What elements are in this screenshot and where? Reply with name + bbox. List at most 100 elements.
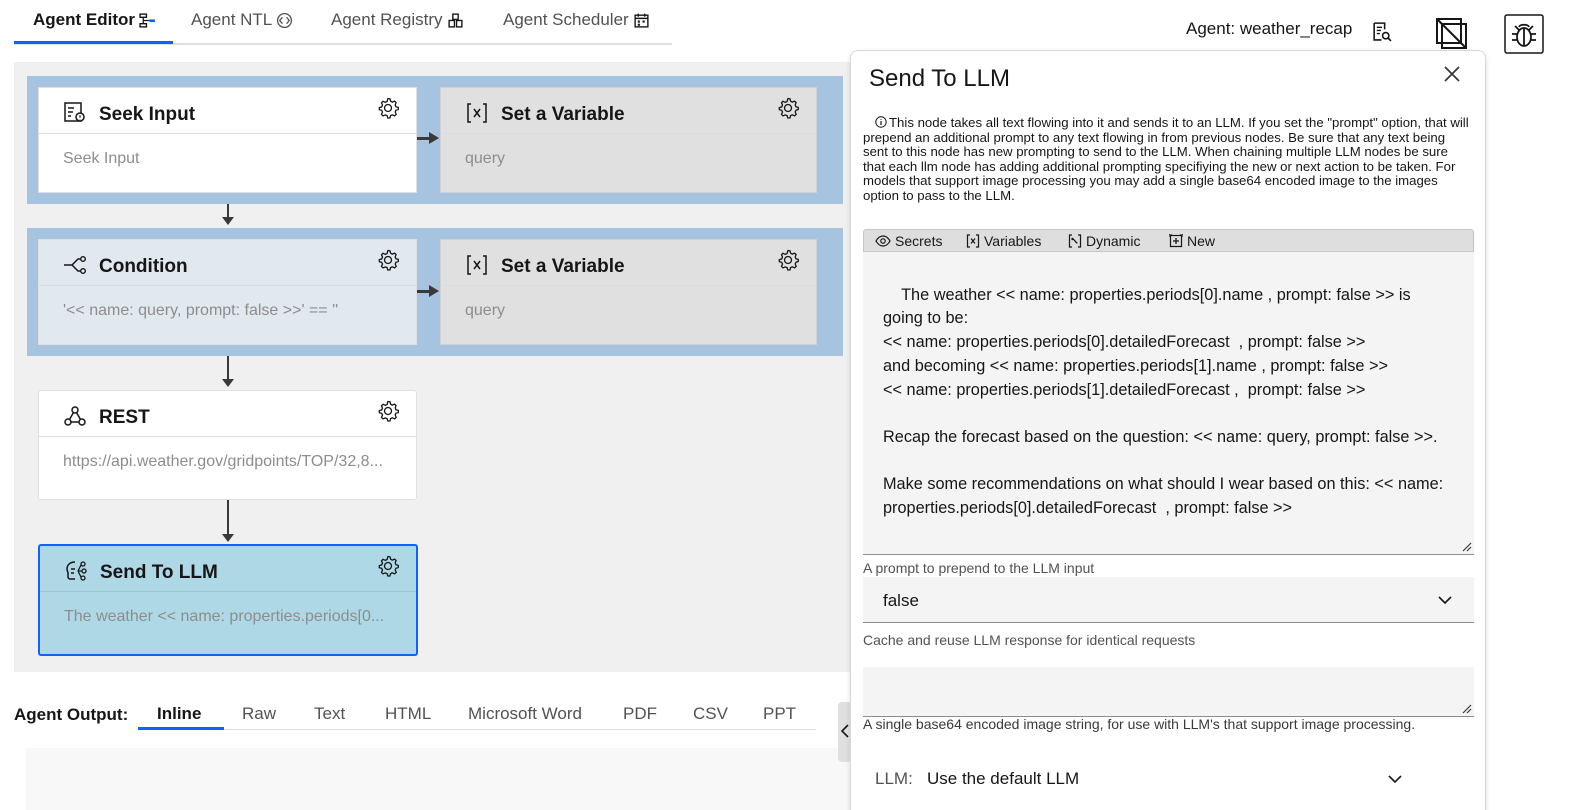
node-title: Seek Input bbox=[99, 104, 196, 125]
agent-name-label: Agent: weather_recap bbox=[1186, 19, 1353, 38]
node-title: Send To LLM bbox=[100, 562, 218, 583]
prompt-textarea[interactable]: The weather << name: properties.periods[… bbox=[863, 252, 1474, 555]
variables-button[interactable]: Variables bbox=[966, 233, 1041, 249]
chevron-down-icon bbox=[1388, 775, 1402, 784]
node-header: Set a Variable bbox=[441, 240, 816, 286]
new-button[interactable]: New bbox=[1169, 233, 1215, 249]
tab-inline[interactable]: Inline bbox=[157, 704, 201, 724]
secrets-button[interactable]: Secrets bbox=[875, 233, 942, 249]
flow-canvas[interactable]: Seek Input Seek Input Set a Variable que… bbox=[14, 62, 860, 672]
tab-agent-registry[interactable]: Agent Registry bbox=[331, 10, 464, 30]
active-tab-indicator bbox=[138, 727, 224, 730]
gear-icon[interactable] bbox=[776, 248, 800, 272]
tab-agent-ntl[interactable]: Agent NTL bbox=[191, 10, 293, 30]
connector-arrow bbox=[227, 500, 229, 536]
gear-icon[interactable] bbox=[376, 248, 400, 272]
resize-handle-icon[interactable] bbox=[1460, 540, 1472, 552]
arrow-head-icon bbox=[222, 379, 234, 387]
dynamic-button[interactable]: Dynamic bbox=[1068, 233, 1140, 249]
node-body: '<< name: query, prompt: false >>' == '' bbox=[63, 302, 339, 319]
top-tab-bar: Agent Editor Agent NTL Agent Registry Ag… bbox=[14, 0, 672, 45]
node-header: Send To LLM bbox=[40, 546, 416, 592]
tab-label: Agent NTL bbox=[191, 10, 273, 29]
tab-agent-scheduler[interactable]: Agent Scheduler bbox=[503, 10, 650, 30]
node-set-variable-2[interactable]: Set a Variable query bbox=[440, 239, 817, 345]
llm-value: Use the default LLM bbox=[927, 769, 1080, 788]
active-tab-indicator bbox=[14, 41, 173, 44]
ai-brain-icon bbox=[66, 561, 87, 581]
arrow-head-icon bbox=[222, 217, 234, 225]
cache-label: Cache and reuse LLM response for identic… bbox=[863, 632, 1196, 648]
code-icon bbox=[277, 12, 293, 28]
gear-icon[interactable] bbox=[776, 96, 800, 120]
prepend-prompt-label: A prompt to prepend to the LLM input bbox=[863, 560, 1095, 576]
calendar-icon bbox=[634, 13, 649, 28]
tab-text[interactable]: Text bbox=[314, 704, 345, 724]
registry-icon bbox=[447, 12, 463, 28]
node-group: Seek Input Seek Input Set a Variable que… bbox=[27, 76, 843, 204]
arrow-head-icon bbox=[429, 285, 439, 297]
node-body: https://api.weather.gov/gridpoints/TOP/3… bbox=[63, 453, 383, 470]
tab-label: Agent Registry bbox=[331, 10, 443, 29]
add-box-icon bbox=[1169, 234, 1183, 248]
node-group: Condition '<< name: query, prompt: false… bbox=[27, 228, 843, 356]
eye-icon bbox=[875, 235, 891, 247]
node-header: Set a Variable bbox=[441, 88, 816, 134]
gear-icon[interactable] bbox=[376, 96, 400, 120]
branch-icon bbox=[64, 256, 87, 274]
node-set-variable-1[interactable]: Set a Variable query bbox=[440, 87, 817, 193]
toolbar-label: Secrets bbox=[895, 233, 943, 249]
tab-pdf[interactable]: PDF bbox=[623, 704, 657, 724]
node-condition[interactable]: Condition '<< name: query, prompt: false… bbox=[38, 239, 417, 345]
gear-icon[interactable] bbox=[376, 399, 400, 423]
tab-microsoft-word[interactable]: Microsoft Word bbox=[468, 704, 582, 724]
llm-label: LLM: bbox=[875, 769, 913, 788]
node-title: Condition bbox=[99, 256, 188, 277]
debug-icon[interactable] bbox=[1504, 14, 1544, 54]
image-input[interactable] bbox=[863, 667, 1474, 717]
prompt-toolbar: Secrets Variables Dynamic New bbox=[863, 229, 1474, 252]
chevron-left-icon bbox=[840, 724, 849, 738]
arrow-head-icon bbox=[429, 132, 439, 144]
node-title: Set a Variable bbox=[501, 104, 625, 125]
info-icon bbox=[875, 116, 887, 128]
tab-agent-editor[interactable]: Agent Editor bbox=[33, 10, 156, 30]
prepend-prompt-select[interactable]: false bbox=[863, 577, 1474, 623]
chevron-down-icon bbox=[1438, 596, 1452, 605]
flow-icon bbox=[139, 12, 155, 28]
description-text: This node takes all text flowing into it… bbox=[863, 115, 1469, 203]
node-body: query bbox=[465, 302, 506, 319]
webhook-icon bbox=[64, 406, 86, 426]
llm-select[interactable]: LLM: Use the default LLM bbox=[863, 763, 1423, 795]
node-header: REST bbox=[39, 391, 416, 437]
node-title: REST bbox=[99, 407, 150, 428]
output-tab-bar: Inline Raw Text HTML Microsoft Word PDF … bbox=[138, 690, 816, 730]
variable-icon bbox=[966, 234, 980, 248]
gear-icon[interactable] bbox=[376, 554, 400, 578]
variable-icon bbox=[467, 255, 487, 275]
agent-output-label: Agent Output: bbox=[14, 705, 129, 724]
panel-title: Send To LLM bbox=[869, 65, 1010, 92]
prompt-text: The weather << name: properties.periods[… bbox=[883, 285, 1444, 518]
close-icon[interactable] bbox=[1441, 63, 1463, 85]
node-header: Condition bbox=[39, 240, 416, 286]
select-value: false bbox=[883, 591, 919, 610]
tab-csv[interactable]: CSV bbox=[693, 704, 728, 724]
tab-raw[interactable]: Raw bbox=[242, 704, 276, 724]
node-title: Set a Variable bbox=[501, 256, 625, 277]
resize-handle-icon[interactable] bbox=[1460, 702, 1472, 714]
toolbar-label: Variables bbox=[984, 233, 1042, 249]
tab-html[interactable]: HTML bbox=[385, 704, 431, 724]
node-seek-input[interactable]: Seek Input Seek Input bbox=[38, 87, 417, 193]
tab-ppt[interactable]: PPT bbox=[763, 704, 796, 724]
node-body: Seek Input bbox=[63, 150, 140, 167]
node-rest[interactable]: REST https://api.weather.gov/gridpoints/… bbox=[38, 390, 417, 500]
search-document-icon[interactable] bbox=[1371, 21, 1392, 42]
toolbar-label: New bbox=[1187, 233, 1216, 249]
toolbar-label: Dynamic bbox=[1086, 233, 1141, 249]
output-area bbox=[26, 748, 856, 810]
node-settings-panel: Send To LLM This node takes all text flo… bbox=[850, 50, 1486, 810]
node-send-to-llm[interactable]: Send To LLM The weather << name: propert… bbox=[38, 544, 418, 656]
hide-panel-icon[interactable] bbox=[1433, 15, 1469, 51]
tab-label: Agent Editor bbox=[33, 10, 135, 29]
